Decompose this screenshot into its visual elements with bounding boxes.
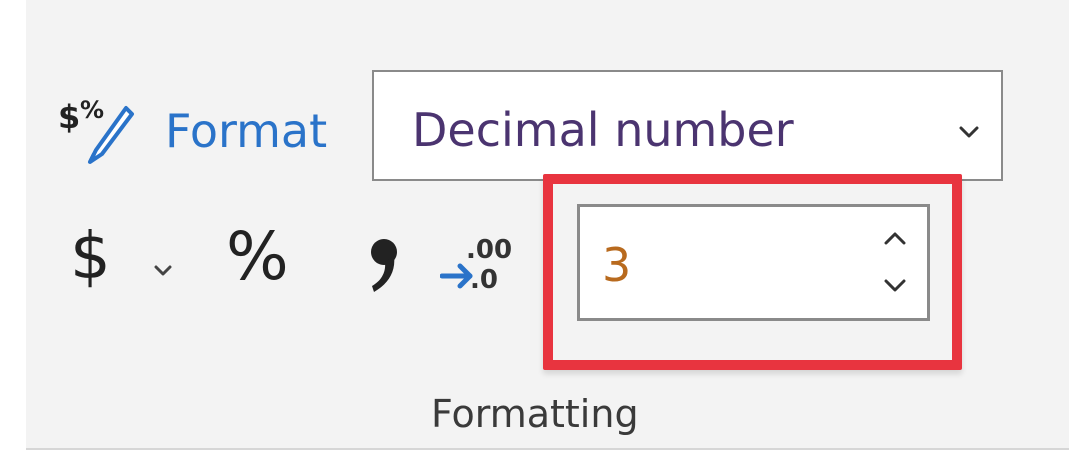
format-label: Format — [165, 104, 328, 158]
comma-style-icon — [371, 239, 397, 292]
ribbon-group-label: Formatting — [431, 392, 639, 436]
format-icon-dollar: $ — [58, 98, 80, 136]
ribbon-bottom-divider — [26, 448, 1069, 450]
percent-icon: % — [226, 218, 289, 295]
decimal-icon-bottom-text: .0 — [470, 265, 498, 295]
decimal-places-button[interactable]: .00 .0 — [439, 230, 518, 298]
decimal-icon-top-text: .00 — [466, 235, 512, 265]
dollar-sign-icon: $ — [70, 220, 111, 294]
decimal-places-value: 3 — [602, 238, 632, 292]
currency-percent-format-icon: $ % — [56, 88, 152, 168]
format-icon-percent: % — [80, 96, 104, 124]
percent-format-button[interactable]: % — [226, 220, 308, 300]
format-type-dropdown[interactable]: Decimal number — [372, 70, 1003, 181]
decimal-places-stepper[interactable]: 3 — [577, 204, 930, 321]
chevron-up-icon[interactable] — [883, 229, 907, 247]
currency-format-button[interactable]: $ — [70, 218, 182, 302]
decimal-places-icon: .00 .0 — [439, 235, 512, 295]
currency-dropdown-chevron-icon[interactable] — [154, 262, 172, 276]
chevron-down-icon — [959, 124, 979, 138]
format-type-value: Decimal number — [412, 103, 794, 157]
comma-style-button[interactable] — [360, 230, 410, 298]
chevron-down-icon[interactable] — [883, 277, 907, 295]
